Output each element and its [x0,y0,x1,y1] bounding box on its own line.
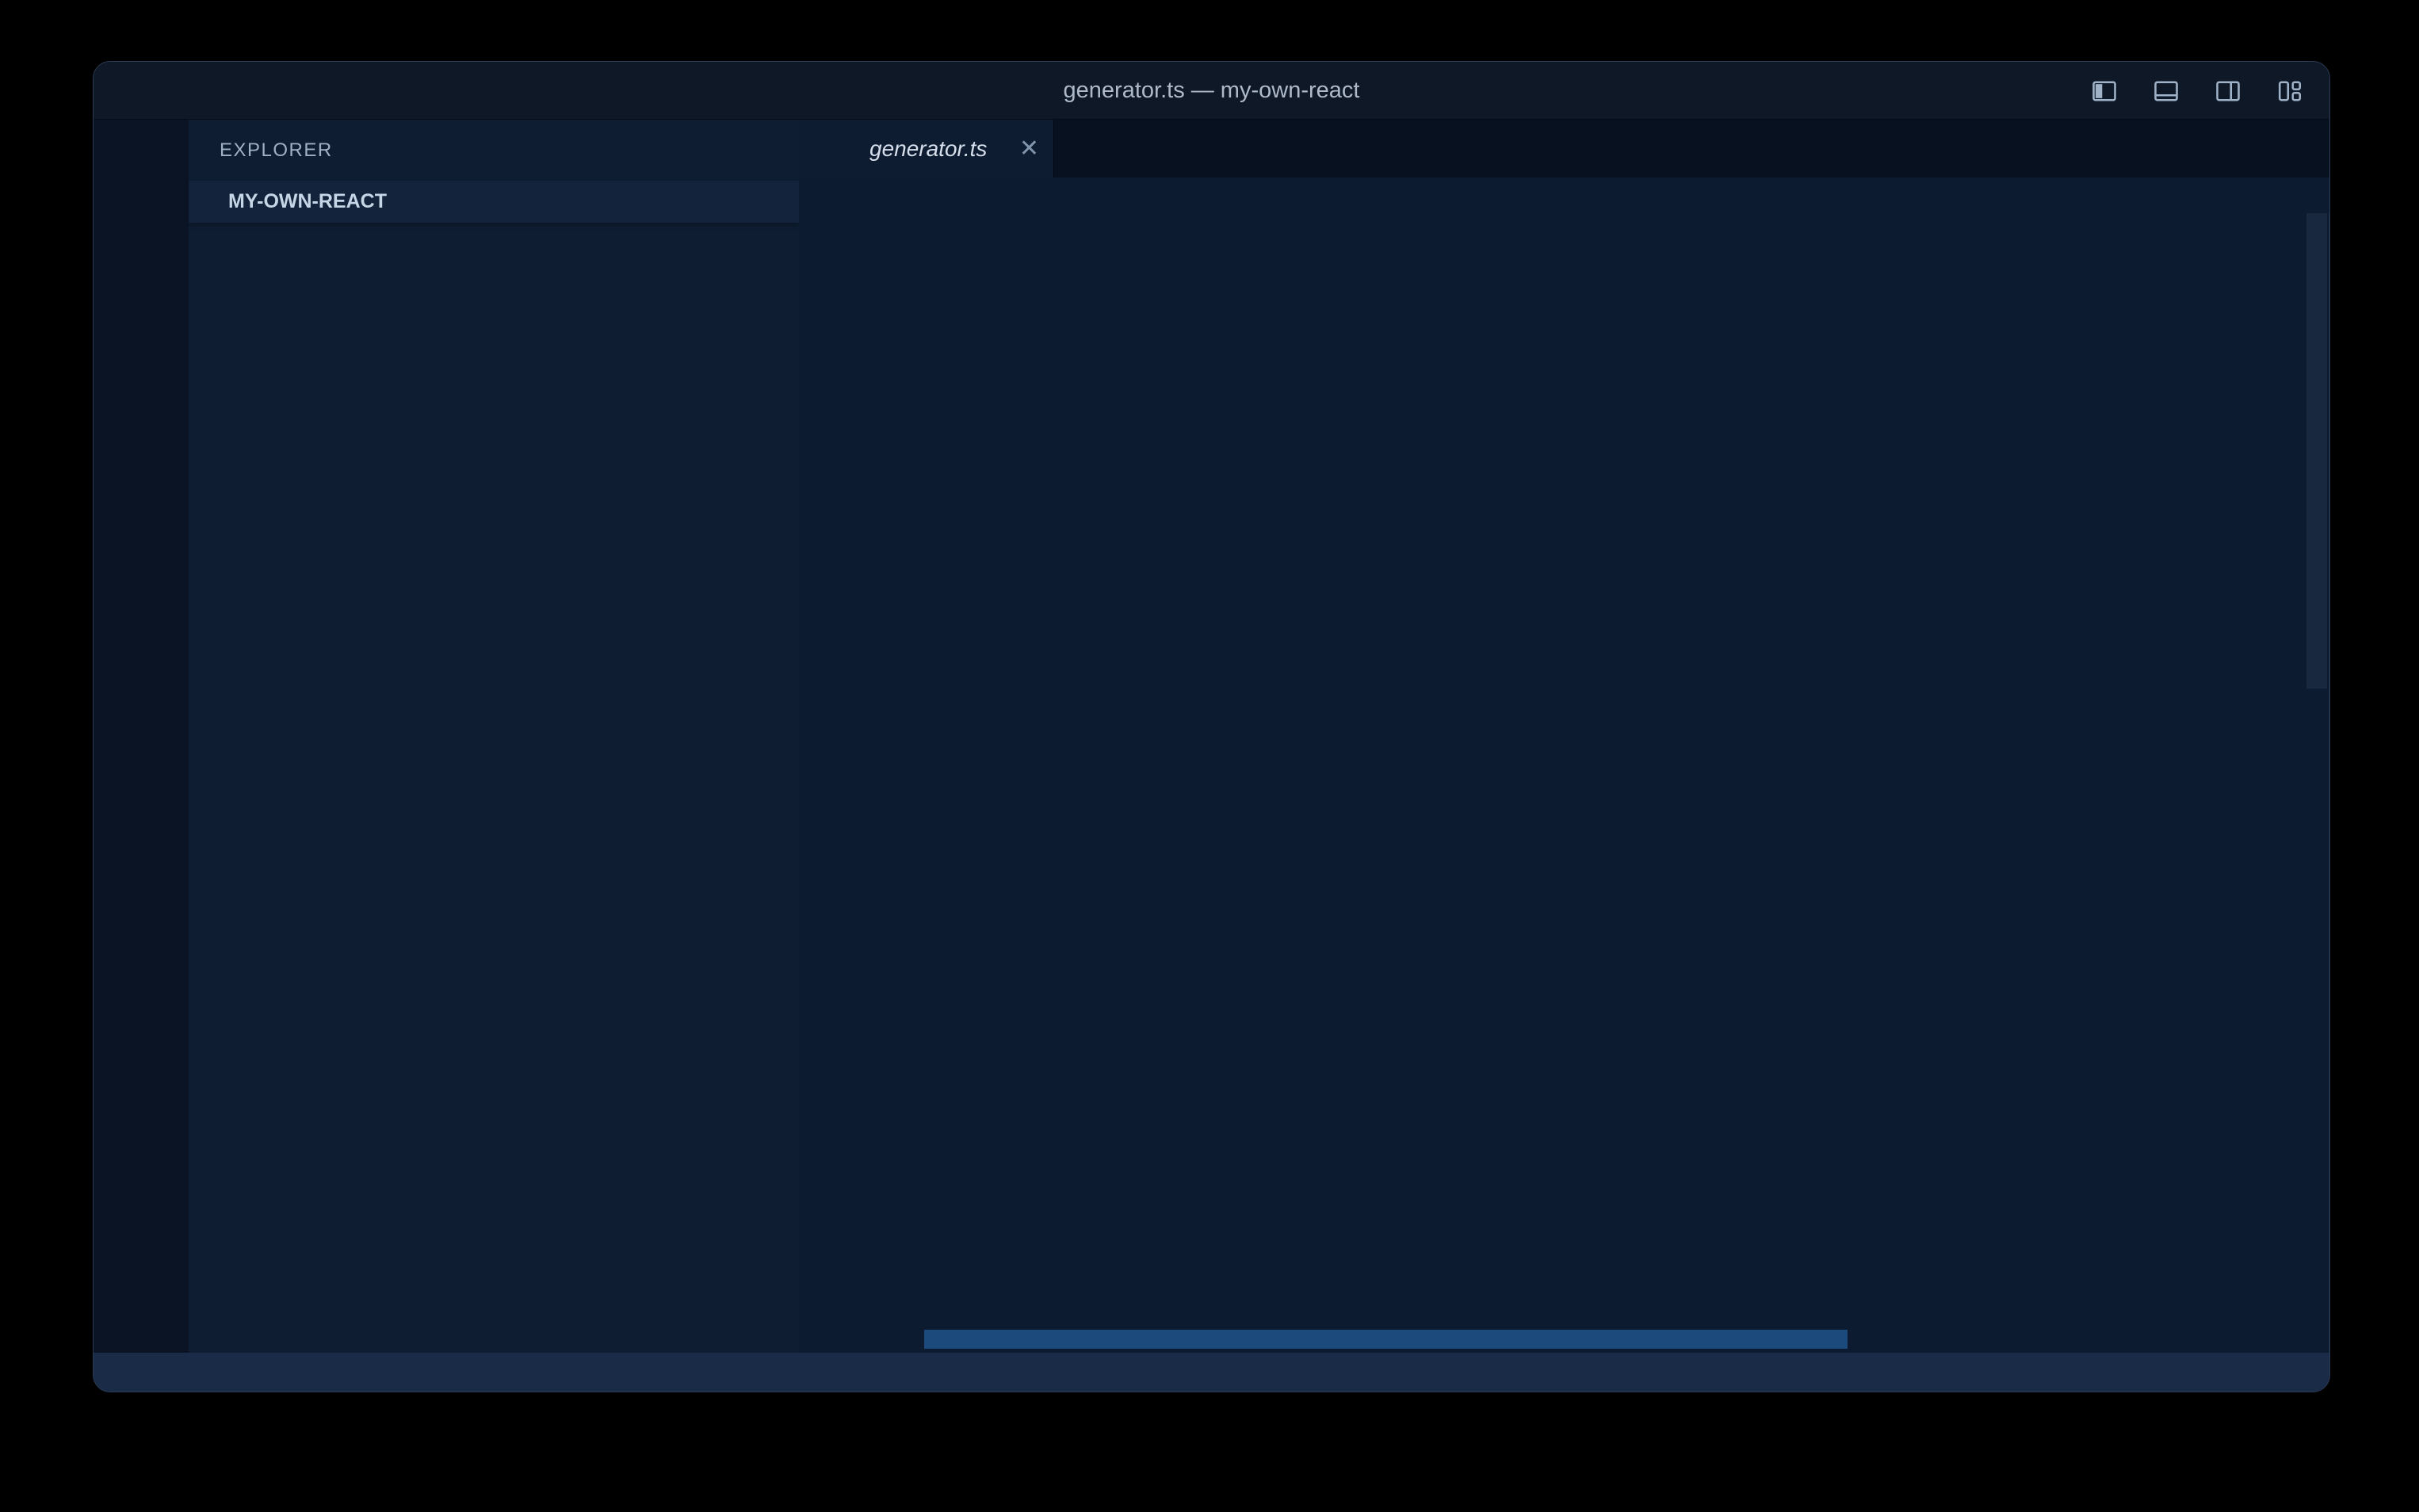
explorer-sidebar: EXPLORER MY-OWN-REACT [189,120,799,1353]
toggle-primary-sidebar-icon[interactable] [2090,77,2119,105]
activity-bar [94,120,189,1353]
horizontal-scrollbar[interactable] [924,1330,1848,1349]
breadcrumb [799,178,2329,213]
tab-label: generator.ts [869,136,1008,162]
window-title: generator.ts — my-own-react [94,62,2329,120]
status-bar [94,1353,2329,1392]
vertical-scrollbar[interactable] [2306,213,2327,689]
customize-layout-icon[interactable] [2276,77,2304,105]
toggle-panel-icon[interactable] [2152,77,2180,105]
tab-generator-ts[interactable]: generator.ts ✕ [799,120,1054,178]
tab-bar: generator.ts ✕ [799,120,2329,178]
workspace-section-header[interactable]: MY-OWN-REACT [189,181,799,223]
explorer-title: EXPLORER [220,139,333,162]
toggle-secondary-sidebar-icon[interactable] [2214,77,2242,105]
vscode-window: generator.ts — my-own-react EXPLORER MY-… [93,61,2330,1392]
editor-group: generator.ts ✕ [799,120,2329,1353]
chevron-down-icon [200,190,224,214]
typescript-file-icon [820,136,850,162]
views-more-icon[interactable] [748,137,775,164]
close-tab-icon[interactable]: ✕ [1019,135,1039,162]
titlebar[interactable]: generator.ts — my-own-react [94,62,2329,120]
code-editor[interactable] [799,213,2329,1353]
workspace-name: MY-OWN-REACT [228,190,788,213]
